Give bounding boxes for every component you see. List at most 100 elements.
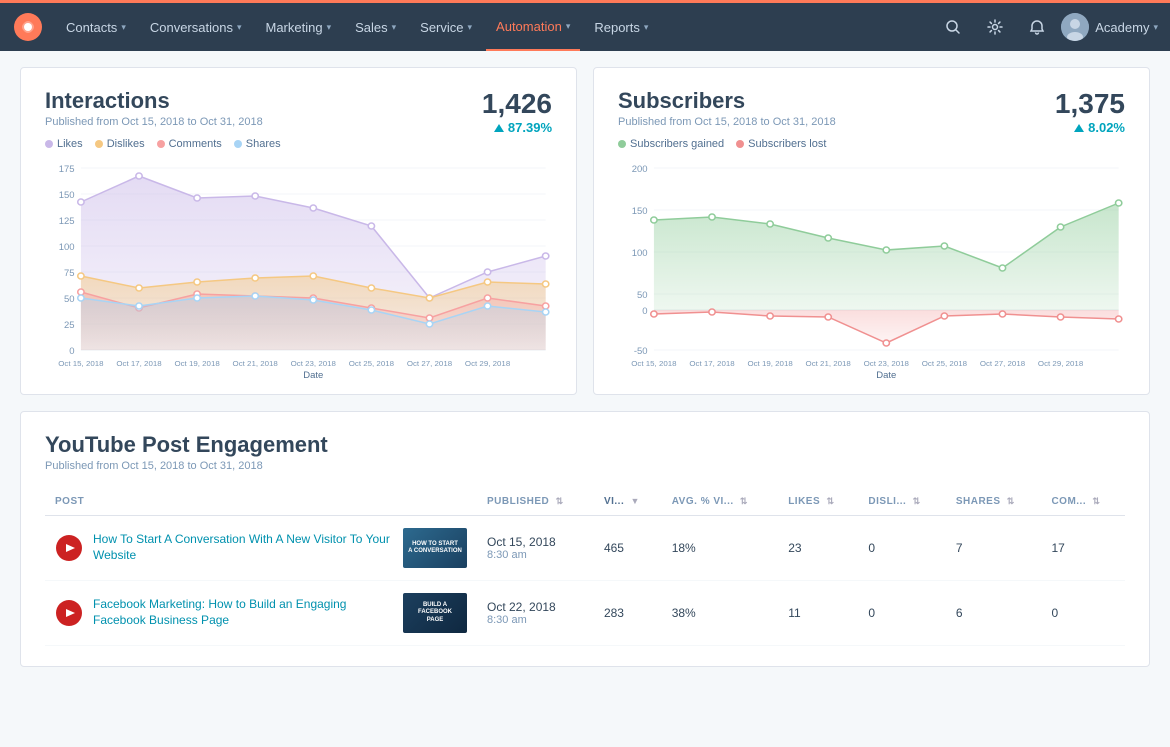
- legend-likes: Likes: [45, 138, 83, 150]
- user-menu[interactable]: Academy ▾: [1095, 20, 1158, 35]
- shares-cell-2: 6: [946, 581, 1042, 646]
- engagement-table: POST PUBLISHED ⇅ VI... ▼ AVG. % VI... ⇅: [45, 488, 1125, 646]
- subscribers-chart: 200 150 100 50 0 -50: [618, 158, 1125, 378]
- svg-text:0: 0: [642, 306, 647, 316]
- col-published[interactable]: PUBLISHED ⇅: [477, 488, 594, 516]
- comments-cell-1: 17: [1041, 516, 1125, 581]
- subscribers-change: 8.02%: [1055, 120, 1125, 135]
- chevron-down-icon: ▾: [468, 22, 473, 33]
- svg-text:125: 125: [59, 216, 75, 226]
- table-row: Facebook Marketing: How to Build an Enga…: [45, 581, 1125, 646]
- likes-dot: [45, 140, 53, 148]
- shares-dot: [234, 140, 242, 148]
- interactions-title-group: Interactions Published from Oct 15, 2018…: [45, 88, 263, 138]
- gained-dot: [618, 140, 626, 148]
- svg-text:Oct 23, 2018: Oct 23, 2018: [291, 359, 336, 368]
- likes-cell-1: 23: [778, 516, 858, 581]
- engagement-subtitle: Published from Oct 15, 2018 to Oct 31, 2…: [45, 460, 1125, 472]
- table-row: How To Start A Conversation With A New V…: [45, 516, 1125, 581]
- col-comments[interactable]: COM... ⇅: [1041, 488, 1125, 516]
- post-thumbnail-2: BUILD AFACEBOOKPAGE: [403, 593, 467, 633]
- sort-icon: ⇅: [1092, 496, 1100, 507]
- col-shares[interactable]: SHARES ⇅: [946, 488, 1042, 516]
- views-cell-1: 465: [594, 516, 662, 581]
- table-header: POST PUBLISHED ⇅ VI... ▼ AVG. % VI... ⇅: [45, 488, 1125, 516]
- svg-text:50: 50: [64, 294, 75, 304]
- svg-text:Oct 29, 2018: Oct 29, 2018: [465, 359, 510, 368]
- published-cell-2: Oct 22, 2018 8:30 am: [477, 581, 594, 646]
- subscribers-card: Subscribers Published from Oct 15, 2018 …: [593, 67, 1150, 395]
- engagement-card: YouTube Post Engagement Published from O…: [20, 411, 1150, 667]
- interactions-subtitle: Published from Oct 15, 2018 to Oct 31, 2…: [45, 116, 263, 128]
- svg-text:Oct 27, 2018: Oct 27, 2018: [980, 359, 1025, 368]
- notifications-button[interactable]: [1019, 9, 1055, 45]
- interactions-card: Interactions Published from Oct 15, 2018…: [20, 67, 577, 395]
- youtube-icon: [55, 599, 83, 627]
- col-likes[interactable]: LIKES ⇅: [778, 488, 858, 516]
- svg-text:100: 100: [632, 248, 648, 258]
- svg-text:200: 200: [632, 164, 648, 174]
- lost-dot: [736, 140, 744, 148]
- col-dislikes[interactable]: DISLI... ⇅: [858, 488, 945, 516]
- legend-shares: Shares: [234, 138, 281, 150]
- avg-views-cell-2: 38%: [662, 581, 779, 646]
- nav-sales[interactable]: Sales ▾: [345, 3, 406, 51]
- chevron-down-icon: ▾: [121, 22, 126, 33]
- svg-text:Oct 17, 2018: Oct 17, 2018: [689, 359, 734, 368]
- svg-text:Oct 15, 2018: Oct 15, 2018: [631, 359, 676, 368]
- subscribers-header: Subscribers Published from Oct 15, 2018 …: [618, 88, 1125, 138]
- svg-text:Oct 15, 2018: Oct 15, 2018: [58, 359, 103, 368]
- subscribers-metric: 1,375 8.02%: [1055, 88, 1125, 135]
- trend-up-icon: [1074, 124, 1084, 132]
- post-thumbnail-1: HOW TO STARTA CONVERSATION: [403, 528, 467, 568]
- user-chevron-icon: ▾: [1153, 22, 1158, 33]
- charts-row: Interactions Published from Oct 15, 2018…: [20, 67, 1150, 395]
- nav-marketing[interactable]: Marketing ▾: [255, 3, 341, 51]
- youtube-icon: [55, 534, 83, 562]
- svg-text:Oct 21, 2018: Oct 21, 2018: [806, 359, 851, 368]
- chevron-down-icon: ▾: [566, 21, 571, 32]
- legend-lost: Subscribers lost: [736, 138, 826, 150]
- comments-cell-2: 0: [1041, 581, 1125, 646]
- subscribers-value: 1,375: [1055, 88, 1125, 120]
- avatar[interactable]: [1061, 13, 1089, 41]
- sort-icon: ⇅: [1007, 496, 1015, 507]
- col-views[interactable]: VI... ▼: [594, 488, 662, 516]
- svg-text:Oct 21, 2018: Oct 21, 2018: [233, 359, 278, 368]
- svg-text:100: 100: [59, 242, 75, 252]
- col-avg-views[interactable]: AVG. % VI... ⇅: [662, 488, 779, 516]
- sort-active-icon: ▼: [631, 496, 640, 506]
- subscribers-legend: Subscribers gained Subscribers lost: [618, 138, 1125, 150]
- nav-reports[interactable]: Reports ▾: [584, 3, 658, 51]
- shares-cell-1: 7: [946, 516, 1042, 581]
- post-cell-1: How To Start A Conversation With A New V…: [45, 516, 477, 581]
- svg-text:75: 75: [64, 268, 75, 278]
- dislikes-cell-2: 0: [858, 581, 945, 646]
- interactions-chart: 175 150 125 100 75 50 25 0: [45, 158, 552, 378]
- nav-conversations[interactable]: Conversations ▾: [140, 3, 252, 51]
- nav-right-actions: Academy ▾: [935, 9, 1158, 45]
- nav-service[interactable]: Service ▾: [410, 3, 482, 51]
- interactions-change: 87.39%: [482, 120, 552, 135]
- post-cell-2: Facebook Marketing: How to Build an Enga…: [45, 581, 477, 646]
- svg-text:175: 175: [59, 164, 75, 174]
- comments-dot: [157, 140, 165, 148]
- settings-button[interactable]: [977, 9, 1013, 45]
- svg-text:Oct 25, 2018: Oct 25, 2018: [349, 359, 394, 368]
- svg-text:150: 150: [632, 206, 648, 216]
- chevron-down-icon: ▾: [644, 22, 649, 33]
- svg-text:Oct 25, 2018: Oct 25, 2018: [922, 359, 967, 368]
- main-content: Interactions Published from Oct 15, 2018…: [0, 51, 1170, 683]
- likes-cell-2: 11: [778, 581, 858, 646]
- post-title-2: Facebook Marketing: How to Build an Enga…: [93, 597, 393, 628]
- search-button[interactable]: [935, 9, 971, 45]
- legend-gained: Subscribers gained: [618, 138, 724, 150]
- interactions-value: 1,426: [482, 88, 552, 120]
- svg-text:Oct 29, 2018: Oct 29, 2018: [1038, 359, 1083, 368]
- interactions-header: Interactions Published from Oct 15, 2018…: [45, 88, 552, 138]
- views-cell-2: 283: [594, 581, 662, 646]
- hubspot-logo[interactable]: [12, 11, 44, 43]
- nav-contacts[interactable]: Contacts ▾: [56, 3, 136, 51]
- svg-text:Oct 17, 2018: Oct 17, 2018: [116, 359, 161, 368]
- nav-automation[interactable]: Automation ▾: [486, 3, 580, 51]
